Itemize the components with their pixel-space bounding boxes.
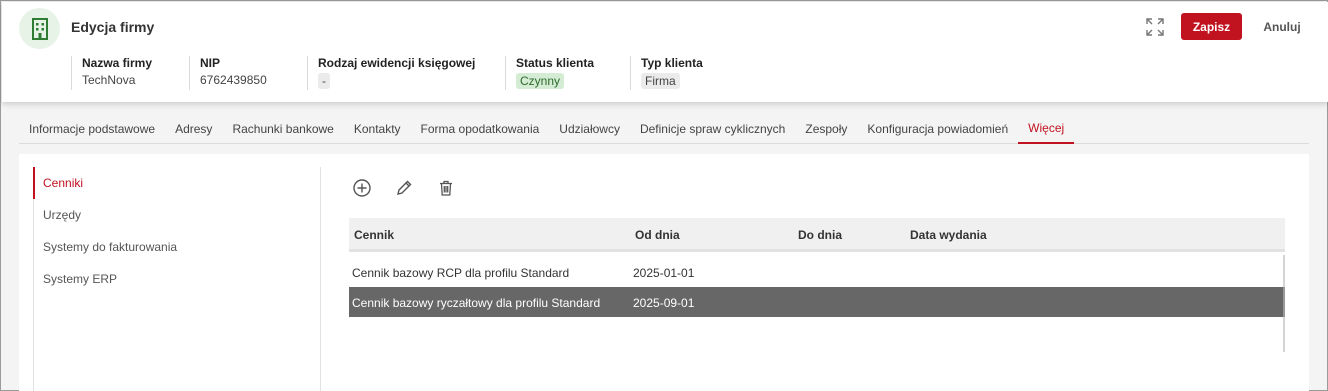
add-circle-icon[interactable] xyxy=(351,177,373,199)
table-header: Cennik Od dnia Do dnia Data wydania xyxy=(349,218,1285,252)
tab-bar: Informacje podstawowe Adresy Rachunki ba… xyxy=(19,113,1309,144)
field-label: Status klienta xyxy=(516,56,595,70)
field-client-status: Status klienta Czynny xyxy=(505,56,594,90)
tab-recurring-cases[interactable]: Definicje spraw cyklicznych xyxy=(630,113,795,144)
tab-contacts[interactable]: Kontakty xyxy=(344,113,411,144)
tab-notifications[interactable]: Konfiguracja powiadomień xyxy=(857,113,1018,144)
trash-icon[interactable] xyxy=(435,177,457,199)
field-value: TechNova xyxy=(82,73,136,87)
field-nip: NIP 6762439850 xyxy=(189,56,267,90)
side-nav-item-erp-systems[interactable]: Systemy ERP xyxy=(33,263,320,295)
tab-shareholders[interactable]: Udziałowcy xyxy=(549,113,630,144)
side-nav-item-offices[interactable]: Urzędy xyxy=(33,199,320,231)
column-header-do-dnia[interactable]: Do dnia xyxy=(798,228,842,242)
pencil-icon[interactable] xyxy=(393,177,415,199)
side-nav-item-price-lists[interactable]: Cenniki xyxy=(33,167,320,199)
price-list-table: Cennik Od dnia Do dnia Data wydania Cenn… xyxy=(349,218,1285,352)
status-badge: Czynny xyxy=(516,73,565,89)
column-header-cennik[interactable]: Cennik xyxy=(354,228,394,242)
field-label: NIP xyxy=(200,56,221,70)
tab-basic-info[interactable]: Informacje podstawowe xyxy=(19,113,165,144)
page-title: Edycja firmy xyxy=(71,19,155,35)
cell-od-dnia: 2025-09-01 xyxy=(633,296,695,310)
tab-more[interactable]: Więcej xyxy=(1018,113,1075,144)
side-nav-item-invoicing-systems[interactable]: Systemy do fakturowania xyxy=(33,231,320,263)
field-label: Nazwa firmy xyxy=(82,56,153,70)
cell-cennik: Cennik bazowy RCP dla profilu Standard xyxy=(352,266,570,280)
tab-taxation[interactable]: Forma opodatkowania xyxy=(411,113,550,144)
cancel-button[interactable]: Anuluj xyxy=(1257,13,1307,40)
field-label: Typ klienta xyxy=(641,56,703,70)
table-row-selected[interactable]: Cennik bazowy ryczałtowy dla profilu Sta… xyxy=(349,287,1283,317)
field-client-type: Typ klienta Firma xyxy=(630,56,703,90)
window-frame: Edycja firmy Zapisz Anuluj Nazwa firmy T… xyxy=(0,0,1328,391)
column-header-data-wydania[interactable]: Data wydania xyxy=(910,228,987,242)
side-nav-divider xyxy=(33,199,34,391)
column-header-od-dnia[interactable]: Od dnia xyxy=(635,228,680,242)
building-icon xyxy=(31,17,48,40)
cell-cennik: Cennik bazowy ryczałtowy dla profilu Sta… xyxy=(352,296,601,310)
field-value: - xyxy=(318,73,330,89)
field-label: Rodzaj ewidencji księgowej xyxy=(318,56,476,70)
tab-addresses[interactable]: Adresy xyxy=(165,113,222,144)
scrollbar[interactable] xyxy=(1283,287,1285,317)
content-panel: Cenniki Urzędy Systemy do fakturowania S… xyxy=(19,154,1309,391)
expand-icon[interactable] xyxy=(1145,17,1165,37)
side-nav: Cenniki Urzędy Systemy do fakturowania S… xyxy=(33,167,321,391)
header: Edycja firmy Zapisz Anuluj Nazwa firmy T… xyxy=(2,2,1328,102)
company-logo xyxy=(19,8,60,49)
field-value: 6762439850 xyxy=(200,73,267,87)
field-accounting-type: Rodzaj ewidencji księgowej - xyxy=(307,56,475,90)
table-row[interactable]: Cennik bazowy RCP dla profilu Standard 2… xyxy=(349,257,1283,287)
field-value: Firma xyxy=(641,73,680,89)
field-company-name: Nazwa firmy TechNova xyxy=(71,56,152,90)
tab-teams[interactable]: Zespoły xyxy=(795,113,857,144)
save-button[interactable]: Zapisz xyxy=(1181,13,1242,40)
tab-bank-accounts[interactable]: Rachunki bankowe xyxy=(222,113,343,144)
table-body: Cennik bazowy RCP dla profilu Standard 2… xyxy=(349,255,1285,352)
cell-od-dnia: 2025-01-01 xyxy=(633,266,695,280)
